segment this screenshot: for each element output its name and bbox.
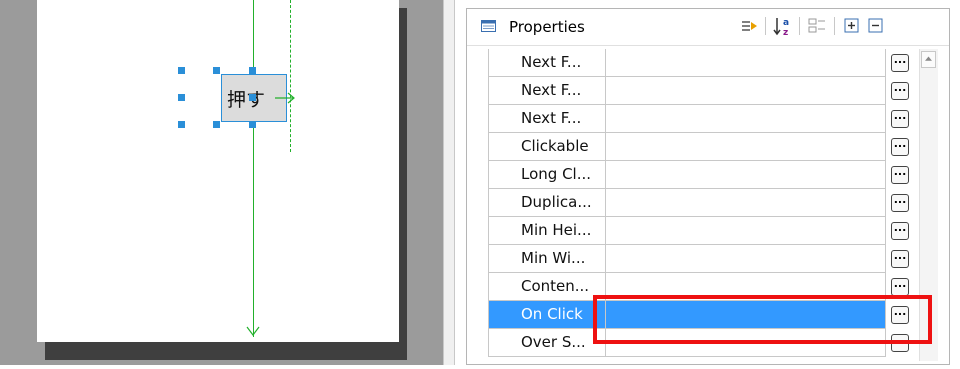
ellipsis-button[interactable]: ... [891, 138, 909, 156]
property-row[interactable]: Min Hei...... [481, 217, 909, 245]
resize-handle-bottom-center[interactable] [213, 121, 220, 128]
property-name: Conten... [489, 273, 606, 301]
ellipsis-button[interactable]: ... [891, 54, 909, 72]
properties-icon [481, 20, 496, 32]
expand-all-icon[interactable] [841, 15, 863, 37]
ellipsis-button[interactable]: ... [891, 194, 909, 212]
toolbar-separator [799, 17, 800, 35]
categories-icon[interactable] [806, 15, 828, 37]
svg-text:a: a [783, 18, 789, 28]
property-name: Next F... [489, 105, 606, 133]
row-gutter [481, 301, 489, 329]
property-row[interactable]: Duplica...... [481, 189, 909, 217]
dashed-guide-line [290, 0, 291, 152]
guide-arrow-right-icon [275, 92, 295, 104]
property-value[interactable] [606, 217, 886, 245]
resize-handle-middle-left[interactable] [178, 94, 185, 101]
resize-handle-bottom-left[interactable] [178, 121, 185, 128]
properties-titlebar: Properties a z [467, 9, 949, 46]
properties-title: Properties [509, 18, 585, 36]
property-name: Min Wi... [489, 245, 606, 273]
row-gutter [481, 217, 489, 245]
property-name: Long Cl... [489, 161, 606, 189]
resize-handle-middle-right[interactable] [249, 94, 256, 101]
property-row[interactable]: Next F...... [481, 105, 909, 133]
property-row[interactable]: Next F...... [481, 77, 909, 105]
ellipsis-button[interactable]: ... [891, 250, 909, 268]
red-highlight-box [593, 295, 932, 344]
row-gutter [481, 161, 489, 189]
svg-text:z: z [783, 28, 788, 37]
ellipsis-button[interactable]: ... [891, 278, 909, 296]
scroll-up-arrow-icon[interactable] [921, 51, 936, 68]
property-value[interactable] [606, 133, 886, 161]
resize-handle-top-right[interactable] [249, 67, 256, 74]
toolbar-separator [834, 17, 835, 35]
property-value[interactable] [606, 105, 886, 133]
resize-handle-top-center[interactable] [213, 67, 220, 74]
vertical-guide-line [253, 0, 254, 337]
guide-arrow-down-icon [246, 326, 260, 336]
property-name: Duplica... [489, 189, 606, 217]
row-gutter [481, 77, 489, 105]
property-value[interactable] [606, 161, 886, 189]
panel-splitter[interactable] [443, 0, 455, 365]
property-value[interactable] [606, 245, 886, 273]
property-name: Next F... [489, 49, 606, 77]
collapse-all-icon[interactable] [865, 15, 887, 37]
resize-handle-top-left[interactable] [178, 67, 185, 74]
property-name: Clickable [489, 133, 606, 161]
property-value[interactable] [606, 49, 886, 77]
row-gutter [481, 329, 489, 357]
toolbar-separator [765, 17, 766, 35]
property-value[interactable] [606, 77, 886, 105]
property-name: Next F... [489, 77, 606, 105]
property-row[interactable]: Clickable... [481, 133, 909, 161]
property-row[interactable]: Long Cl...... [481, 161, 909, 189]
property-name: On Click [489, 301, 606, 329]
property-name: Over S... [489, 329, 606, 357]
row-gutter [481, 245, 489, 273]
row-gutter [481, 273, 489, 301]
row-gutter [481, 189, 489, 217]
row-gutter [481, 133, 489, 161]
property-name: Min Hei... [489, 217, 606, 245]
design-button-label: 押す [226, 88, 265, 111]
ellipsis-button[interactable]: ... [891, 82, 909, 100]
show-advanced-icon[interactable] [738, 15, 760, 37]
design-canvas[interactable]: 押す [37, 0, 399, 342]
row-gutter [481, 49, 489, 77]
resize-handle-bottom-right[interactable] [249, 121, 256, 128]
property-row[interactable]: Next F...... [481, 49, 909, 77]
sort-alpha-icon[interactable]: a z [772, 15, 794, 37]
ellipsis-button[interactable]: ... [891, 110, 909, 128]
row-gutter [481, 105, 489, 133]
property-value[interactable] [606, 189, 886, 217]
ellipsis-button[interactable]: ... [891, 222, 909, 240]
property-row[interactable]: Min Wi...... [481, 245, 909, 273]
ellipsis-button[interactable]: ... [891, 166, 909, 184]
